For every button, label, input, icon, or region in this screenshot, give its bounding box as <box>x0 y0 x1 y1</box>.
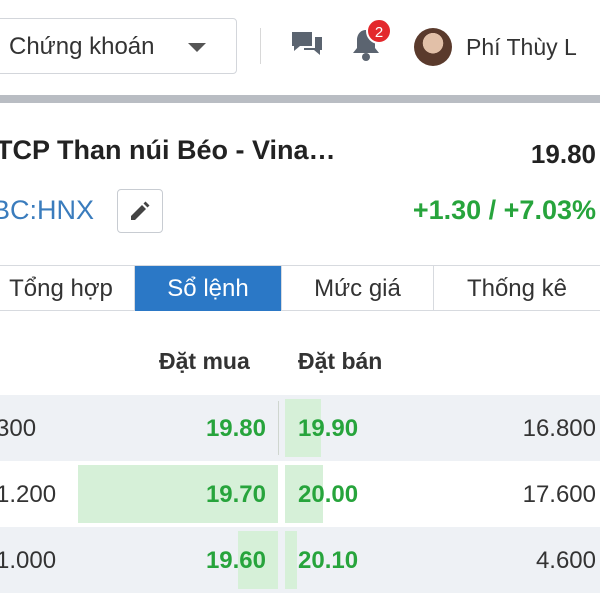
sell-volume: 17.600 <box>522 481 596 508</box>
sell-volume-bar <box>285 531 297 589</box>
sell-price[interactable]: 19.90 <box>298 415 358 443</box>
chevron-down-icon <box>188 43 206 52</box>
sell-volume: 16.800 <box>522 415 596 442</box>
sell-volume: 4.600 <box>535 547 596 574</box>
chat-icon[interactable] <box>290 30 324 60</box>
stock-code: BC:HNX <box>0 195 95 225</box>
sell-header: Đặt bán <box>298 348 383 374</box>
avatar[interactable] <box>414 28 452 66</box>
sell-price[interactable]: 20.00 <box>298 481 358 509</box>
tab-bar: Tổng hợp Sổ lệnh Mức giá Thống kê <box>0 265 600 311</box>
tab-tong-hop[interactable]: Tổng hợp <box>0 266 135 311</box>
buy-volume: 1.000 <box>0 547 57 574</box>
notification-badge: 2 <box>366 18 392 44</box>
edit-button[interactable] <box>117 189 163 233</box>
stock-price: 19.80 <box>530 139 596 169</box>
order-row: 1.200 19.70 20.00 17.600 <box>0 461 600 527</box>
top-bar: Chứng khoán 2 Phí Thùy L <box>0 0 600 95</box>
tab-so-lenh[interactable]: Sổ lệnh <box>135 266 282 311</box>
stock-name: TCP Than núi Béo - Vina… <box>0 135 336 165</box>
order-row: 300 19.80 19.90 16.800 <box>0 395 600 461</box>
divider <box>260 28 261 64</box>
order-row: 1.000 19.60 20.10 4.600 <box>0 527 600 593</box>
tab-muc-gia[interactable]: Mức giá <box>282 266 434 311</box>
buy-price[interactable]: 19.80 <box>206 415 266 443</box>
market-select[interactable]: Chứng khoán <box>0 18 237 74</box>
divider <box>278 401 279 455</box>
stock-change: +1.30 / +7.03% <box>412 195 596 225</box>
buy-volume: 1.200 <box>0 481 57 508</box>
tab-thong-ke[interactable]: Thống kê <box>434 266 600 311</box>
user-name[interactable]: Phí Thùy L <box>466 34 577 61</box>
market-select-label: Chứng khoán <box>9 33 155 60</box>
sell-price[interactable]: 20.10 <box>298 547 358 575</box>
buy-price[interactable]: 19.60 <box>206 547 266 575</box>
stock-panel: TCP Than núi Béo - Vina… 19.80 BC:HNX +1… <box>0 95 600 600</box>
pencil-icon <box>131 201 150 220</box>
buy-header: Đặt mua <box>159 348 250 374</box>
buy-price[interactable]: 19.70 <box>206 481 266 509</box>
buy-volume: 300 <box>0 415 37 442</box>
